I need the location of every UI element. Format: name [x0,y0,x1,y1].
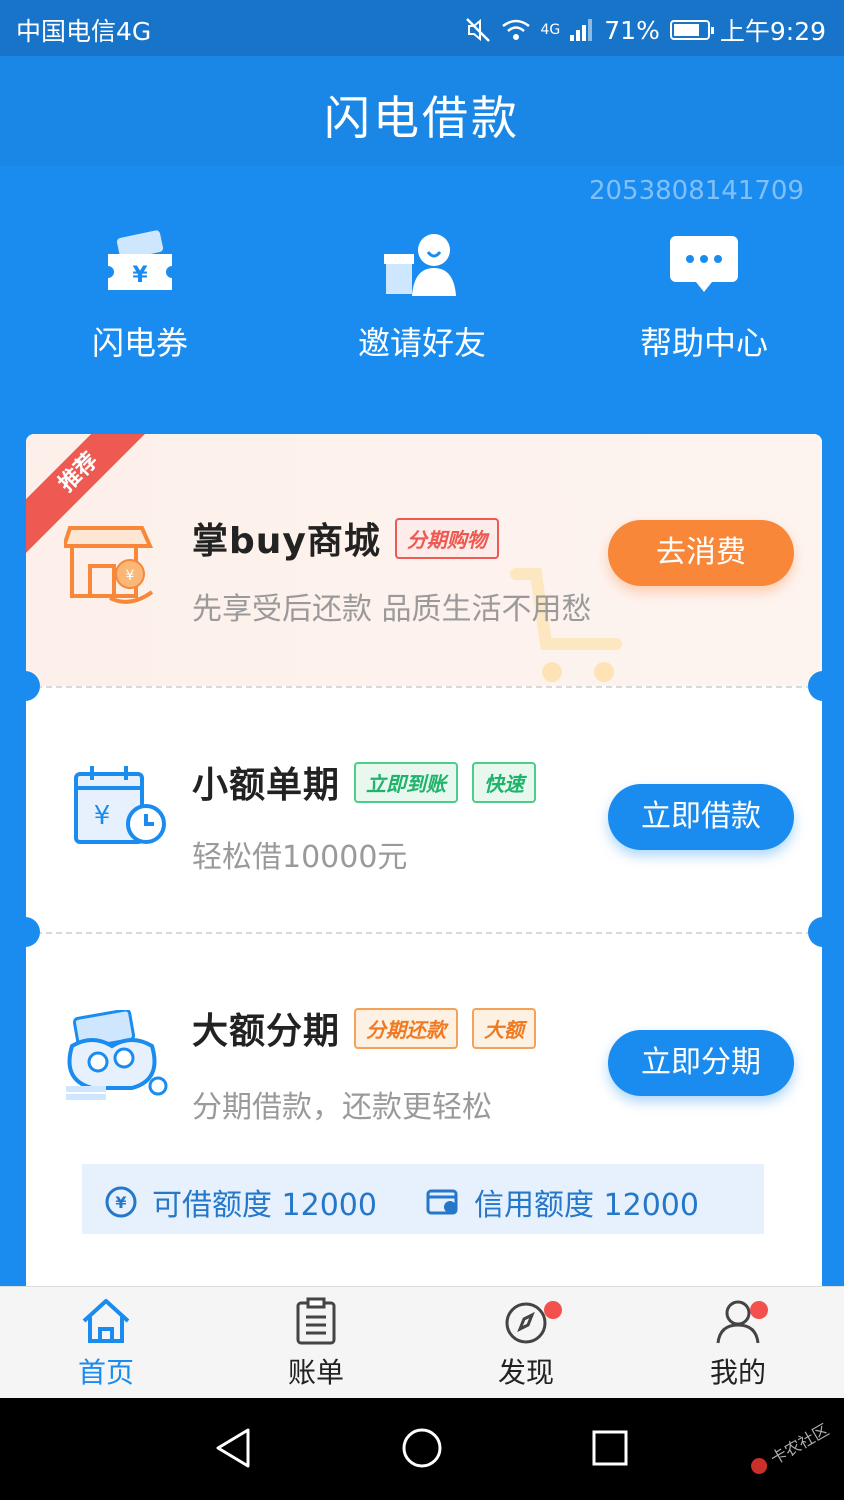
watermark: 卡农社区 [739,1403,844,1491]
battery-percent: 71% [604,15,660,45]
quick-action-label: 帮助中心 [639,324,768,362]
product-row-small-loan[interactable]: ¥ 小额单期 立即到账 快速 轻松借10000元 立即借款 [26,688,822,932]
battery-icon [669,20,714,40]
quick-action-coupon[interactable]: ¥ 闪电券 [40,230,240,364]
card-notch [808,671,838,701]
tab-mine[interactable]: 我的 [678,1297,798,1391]
product-title: 掌buy商城 [192,521,381,562]
watermark-logo-icon [751,1458,768,1474]
status-bar: 中国电信4G 4G 71% 上午9:29 [0,0,844,56]
app-header: 闪电借款 [0,56,844,166]
product-title: 小额单期 [192,765,341,806]
tab-home[interactable]: 首页 [46,1297,166,1391]
credit-card-icon [426,1189,458,1215]
notification-badge [750,1301,768,1319]
page-title: 闪电借款 [324,91,520,145]
quick-action-label: 闪电券 [91,324,188,362]
watermark-text: 卡农社区 [767,1420,833,1469]
quick-action-help[interactable]: 帮助中心 [604,230,804,364]
mute-icon [465,18,490,42]
carrier-label: 中国电信4G [16,17,152,46]
tab-label: 账单 [287,1356,344,1389]
installment-now-button[interactable]: 立即分期 [608,1030,794,1096]
calendar-clock-icon: ¥ [74,766,166,844]
svg-text:¥: ¥ [115,1193,126,1212]
network-label: 4G [540,22,561,38]
product-tag: 分期购物 [394,517,499,559]
system-nav-bar: 卡农社区 [0,1398,844,1500]
borrow-now-button[interactable]: 立即借款 [608,784,794,850]
notification-badge [544,1301,562,1319]
yen-circle-icon: ¥ [105,1186,137,1218]
clock: 上午9:29 [719,17,826,46]
invite-friend-icon [384,234,456,296]
svg-text:¥: ¥ [132,263,148,288]
tab-label: 首页 [77,1356,134,1389]
home-icon [82,1299,130,1343]
consume-button[interactable]: 去消费 [608,520,794,586]
quick-action-invite[interactable]: 邀请好友 [322,230,522,364]
money-bag-icon [66,1010,168,1100]
tab-discover[interactable]: 发现 [466,1297,586,1391]
product-subtitle: 分期借款，还款更轻松 [192,1090,492,1125]
shop-icon: ¥ [64,526,154,604]
quick-action-label: 邀请好友 [357,324,486,362]
home-circle-icon[interactable] [400,1426,444,1470]
compass-icon [505,1302,547,1344]
product-row-shop[interactable]: ¥ 掌buy商城 分期购物 先享受后还款 品质生活不用愁 去消费 [26,434,822,686]
product-tag: 分期还款 [354,1007,459,1049]
product-tag: 大额 [472,1007,537,1049]
product-tag: 快速 [472,761,537,803]
tab-bar: 首页 账单 发现 我的 [0,1286,844,1399]
recents-icon[interactable] [588,1426,632,1470]
product-subtitle: 轻松借10000元 [192,840,408,875]
tab-bill[interactable]: 账单 [256,1297,376,1391]
product-tag: 立即到账 [354,761,459,803]
tab-label: 我的 [709,1356,766,1389]
card-notch [10,917,40,947]
bill-icon [296,1297,336,1345]
back-icon[interactable] [212,1426,256,1470]
card-notch [808,917,838,947]
help-chat-icon [670,236,738,292]
svg-text:¥: ¥ [94,801,111,831]
card-notch [10,671,40,701]
svg-text:¥: ¥ [126,568,135,584]
credit-quota: 信用额度 12000 [474,1188,699,1223]
product-row-large-loan[interactable]: 大额分期 分期还款 大额 分期借款，还款更轻松 立即分期 [26,934,822,1154]
quota-box: ¥ 可借额度 12000 信用额度 12000 [82,1164,764,1234]
tab-label: 发现 [497,1356,554,1389]
product-card: 推荐 ¥ 掌buy商城 分期购物 先享受后还款 品质生活不用愁 去消费 ¥ 小额… [26,434,822,1294]
wifi-icon [501,19,530,40]
product-title: 大额分期 [192,1011,341,1052]
available-quota: 可借额度 12000 [152,1188,377,1223]
account-id: 2053808141709 [588,176,804,206]
signal-icon [570,19,593,41]
coupon-icon: ¥ [108,230,172,290]
product-subtitle: 先享受后还款 品质生活不用愁 [192,592,592,627]
